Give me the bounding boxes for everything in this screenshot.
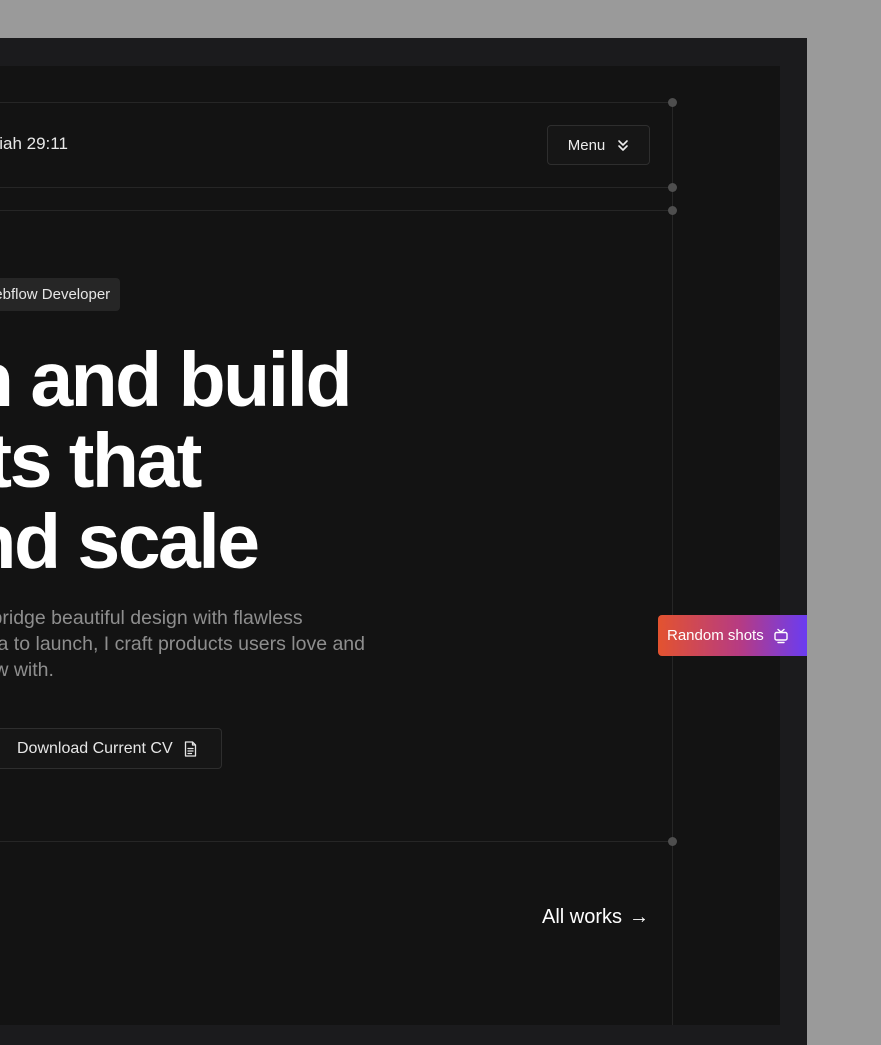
document-icon (184, 740, 197, 757)
all-works-label: All works (541, 906, 622, 928)
role-badge: Designer & Webflow Developer (0, 278, 121, 311)
guide-dot (668, 206, 677, 215)
guide-dot (668, 98, 677, 107)
divider (0, 841, 672, 842)
chevrons-down-icon (617, 139, 629, 152)
header-verse: Jeremiah 29:11 (0, 134, 68, 153)
hero-headline: I design and build products that work an… (0, 337, 352, 585)
download-cv-label: Download Current CV (17, 739, 173, 757)
subtitle-line: I'm a designer that bridge beautiful des… (0, 607, 303, 629)
guide-dot (668, 837, 677, 846)
download-cv-button[interactable]: Download Current CV (0, 728, 222, 769)
arrow-right-icon: → (629, 906, 649, 928)
random-shots-label: Random shots (667, 627, 764, 644)
divider (0, 187, 672, 188)
page-panel: Jeremiah 29:11 Menu Designer & Webflow D… (0, 66, 780, 1025)
menu-button[interactable]: Menu (547, 125, 650, 165)
divider (0, 210, 672, 211)
subtitle-line: execution. From idea to launch, I craft … (0, 633, 365, 655)
hero-line: work and scale (0, 499, 260, 585)
guide-dot (668, 183, 677, 192)
tv-icon (773, 628, 789, 644)
site-frame: Jeremiah 29:11 Menu Designer & Webflow D… (0, 38, 807, 1045)
divider (0, 102, 672, 103)
subtitle-line: businesses can grow with. (0, 659, 54, 681)
hero-subtitle: I'm a designer that bridge beautiful des… (0, 605, 365, 683)
random-shots-button[interactable]: Random shots (658, 615, 807, 656)
vertical-guide-line (672, 102, 673, 1025)
all-works-link[interactable]: All works → (542, 906, 649, 929)
hero-line: products that (0, 418, 202, 504)
menu-label: Menu (567, 136, 606, 154)
hero-line: I design and build (0, 337, 352, 423)
